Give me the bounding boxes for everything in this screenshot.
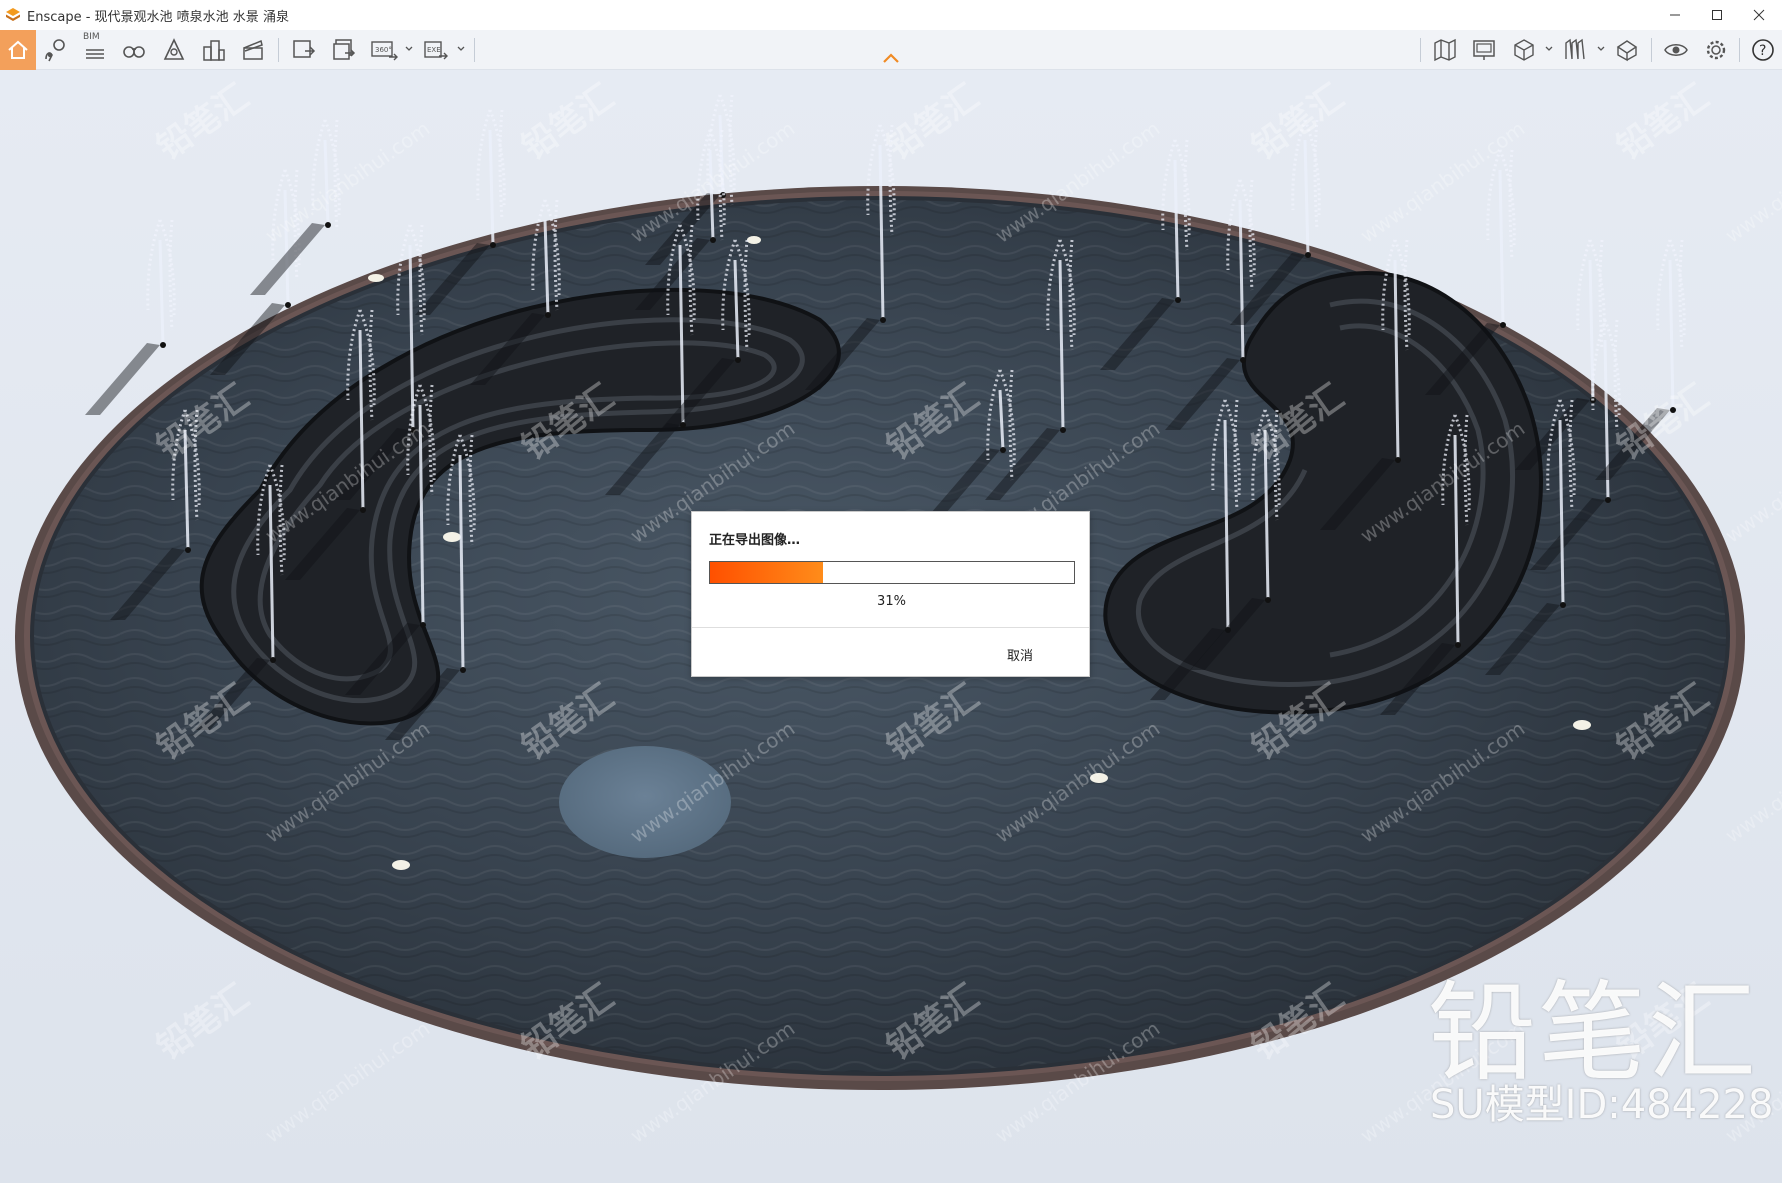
title-bar: Enscape - 现代景观水池 喷泉水池 水景 涌泉 [0, 0, 1782, 30]
export-progress-dialog: 正在导出图像… 31% 取消 [691, 511, 1090, 677]
minimize-icon[interactable] [1652, 0, 1698, 30]
close-icon[interactable] [1736, 0, 1782, 30]
panorama-360-icon[interactable]: 360° [367, 33, 401, 67]
home-icon[interactable] [0, 30, 36, 70]
asset-library-icon[interactable] [1610, 33, 1644, 67]
toolbar-separator [1651, 38, 1652, 62]
help-icon[interactable]: ? [1746, 33, 1780, 67]
chevron-down-icon[interactable] [405, 45, 413, 53]
main-toolbar: BIM 360° EXE ? [0, 30, 1782, 70]
cube-view-icon[interactable] [1507, 33, 1541, 67]
svg-text:?: ? [1759, 43, 1766, 59]
toolbar-separator [1420, 38, 1421, 62]
jet-nozzle [325, 222, 331, 228]
jet-nozzle [460, 667, 466, 673]
batch-export-icon[interactable] [327, 33, 361, 67]
dialog-divider [692, 627, 1089, 628]
jet-nozzle [545, 312, 551, 318]
jet-nozzle [1265, 597, 1271, 603]
jet-nozzle [880, 317, 886, 323]
jet-nozzle [1455, 642, 1461, 648]
window-title: Enscape - 现代景观水池 喷泉水池 水景 涌泉 [27, 9, 289, 25]
jet-nozzle [185, 547, 191, 553]
chevron-down-icon[interactable] [1545, 45, 1553, 53]
jet-nozzle [735, 357, 741, 363]
chevron-up-icon[interactable] [882, 52, 900, 64]
jet-nozzle [285, 302, 291, 308]
dialog-title: 正在导出图像… [709, 533, 801, 548]
jet-nozzle [1500, 322, 1506, 328]
jet-nozzle [1605, 497, 1611, 503]
buildings-icon[interactable] [197, 33, 231, 67]
model-id-watermark: SU模型ID:484228 [1430, 1082, 1774, 1128]
enscape-window: 铅笔汇 www.qianbihui.com 铅笔汇 www.qianbihui.com… [0, 0, 1782, 1183]
svg-text:360°: 360° [375, 46, 392, 54]
maximize-icon[interactable] [1694, 0, 1740, 30]
jet-nozzle [420, 622, 426, 628]
jet-nozzle [1060, 427, 1066, 433]
toolbar-separator [278, 38, 279, 62]
progress-percent: 31% [877, 594, 906, 609]
jet-nozzle [360, 507, 366, 513]
chevron-down-icon[interactable] [457, 45, 465, 53]
jet-nozzle [710, 237, 716, 243]
bim-list-icon[interactable] [78, 33, 112, 67]
jet-nozzle [1395, 457, 1401, 463]
atmosphere-icon[interactable] [157, 33, 191, 67]
jet-nozzle [490, 242, 496, 248]
toolbar-separator [474, 38, 475, 62]
jet-nozzle [1305, 252, 1311, 258]
screenshot-export-icon[interactable] [287, 33, 321, 67]
toolbar-separator [1739, 38, 1740, 62]
map-pin-icon[interactable] [38, 33, 72, 67]
clapperboard-icon[interactable] [236, 33, 270, 67]
progress-fill [710, 562, 823, 583]
binoculars-icon[interactable] [117, 33, 151, 67]
brand-watermark: 铅笔汇 [1428, 971, 1759, 1096]
settings-gear-icon[interactable] [1699, 33, 1733, 67]
jet-nozzle [1560, 602, 1566, 608]
chevron-down-icon[interactable] [1597, 45, 1605, 53]
presentation-icon[interactable] [1467, 33, 1501, 67]
visibility-icon[interactable] [1659, 33, 1693, 67]
jet-nozzle [1175, 297, 1181, 303]
exe-export-icon[interactable]: EXE [419, 33, 453, 67]
jet-nozzle [160, 342, 166, 348]
jet-nozzle [1000, 447, 1006, 453]
jet-nozzle [270, 657, 276, 663]
cancel-button[interactable]: 取消 [1007, 645, 1033, 664]
progress-bar [709, 561, 1075, 584]
map-view-icon[interactable] [1428, 33, 1462, 67]
enscape-logo-icon [5, 7, 21, 23]
svg-text:EXE: EXE [427, 46, 441, 54]
jet-nozzle [1240, 357, 1246, 363]
material-library-icon[interactable] [1558, 33, 1592, 67]
